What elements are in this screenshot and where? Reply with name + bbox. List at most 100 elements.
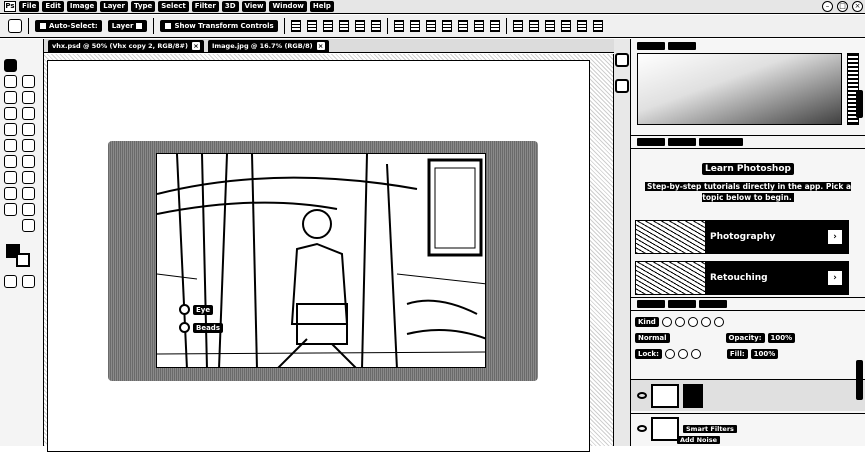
align-left-icon[interactable] xyxy=(338,20,349,32)
history-brush-tool-icon[interactable] xyxy=(4,203,17,216)
tab-paths[interactable] xyxy=(699,300,727,308)
distribute-top-icon[interactable] xyxy=(393,20,404,32)
menu-3d[interactable]: 3D xyxy=(221,1,239,12)
tab-color[interactable] xyxy=(637,42,665,50)
visibility-eye-icon[interactable] xyxy=(637,425,647,432)
artboard[interactable]: Eye Beads xyxy=(47,60,590,452)
show-transform-checkbox[interactable]: Show Transform Controls xyxy=(160,20,278,32)
layers-scrollbar[interactable] xyxy=(856,360,863,400)
align-top-icon[interactable] xyxy=(290,20,301,32)
blur-tool-icon[interactable] xyxy=(22,107,35,120)
lasso-tool-icon[interactable] xyxy=(4,91,17,104)
move-tool-icon[interactable] xyxy=(4,59,17,72)
color-picker-field[interactable] xyxy=(637,53,842,125)
marquee-tool-icon[interactable] xyxy=(4,75,17,88)
gray-frame-layer[interactable]: Eye Beads xyxy=(108,141,538,381)
gradient-tool-icon[interactable] xyxy=(22,91,35,104)
annotation-beads[interactable]: Beads xyxy=(179,322,223,333)
screen-mode-icon[interactable] xyxy=(22,275,35,288)
quick-select-tool-icon[interactable] xyxy=(4,107,17,120)
close-tab-icon[interactable]: × xyxy=(191,42,200,50)
tab-adjustments[interactable] xyxy=(699,138,743,146)
filter-smart-object-icon[interactable] xyxy=(713,317,724,327)
hand-tool-icon[interactable] xyxy=(22,203,35,216)
background-color-swatch[interactable] xyxy=(16,253,30,267)
distribute-center-icon[interactable] xyxy=(457,20,468,32)
clone-stamp-tool-icon[interactable] xyxy=(4,187,17,200)
dodge-tool-icon[interactable] xyxy=(22,123,35,136)
filter-pixel-icon[interactable] xyxy=(661,317,672,327)
align-center-icon[interactable] xyxy=(354,20,365,32)
healing-brush-tool-icon[interactable] xyxy=(4,155,17,168)
menu-window[interactable]: Window xyxy=(269,1,307,12)
visibility-eye-icon[interactable] xyxy=(637,392,647,399)
distribute-left-icon[interactable] xyxy=(441,20,452,32)
path-selection-tool-icon[interactable] xyxy=(22,171,35,184)
align-bottom-icon[interactable] xyxy=(322,20,333,32)
close-icon[interactable]: × xyxy=(852,1,863,12)
layer-row[interactable] xyxy=(631,379,865,411)
tab-channels[interactable] xyxy=(668,300,696,308)
menu-help[interactable]: Help xyxy=(309,1,334,12)
align-right-icon[interactable] xyxy=(370,20,381,32)
lock-position-icon[interactable] xyxy=(677,349,688,359)
photo-layer[interactable]: Eye Beads xyxy=(156,153,486,368)
fill-input[interactable]: 100% xyxy=(750,349,779,359)
checkbox-box[interactable] xyxy=(39,22,47,30)
3d-roll-icon[interactable] xyxy=(544,20,555,32)
menu-type[interactable]: Type xyxy=(131,1,156,12)
close-tab-icon[interactable]: × xyxy=(316,42,325,50)
filter-kind-dropdown[interactable]: Kind xyxy=(635,317,659,327)
canvas-area[interactable]: Eye Beads xyxy=(44,54,614,452)
layer-mask-thumbnail[interactable] xyxy=(683,383,703,408)
history-panel-icon[interactable] xyxy=(615,53,629,67)
tab-swatches[interactable] xyxy=(668,42,696,50)
layer-select-dropdown[interactable]: Layer xyxy=(107,20,148,32)
type-tool-icon[interactable] xyxy=(22,155,35,168)
menu-edit[interactable]: Edit xyxy=(42,1,64,12)
lock-pixels-icon[interactable] xyxy=(664,349,675,359)
distribute-right-icon[interactable] xyxy=(473,20,484,32)
move-tool-icon[interactable] xyxy=(8,19,22,33)
menu-layer[interactable]: Layer xyxy=(100,1,128,12)
learn-card-retouching[interactable]: Retouching › xyxy=(635,261,849,295)
auto-align-icon[interactable] xyxy=(489,20,500,32)
learn-scrollbar[interactable] xyxy=(856,90,863,118)
3d-slide-icon[interactable] xyxy=(576,20,587,32)
eyedropper-tool-icon[interactable] xyxy=(4,139,17,152)
lock-all-icon[interactable] xyxy=(690,349,701,359)
opacity-input[interactable]: 100% xyxy=(767,333,796,343)
blend-mode-dropdown[interactable]: Normal xyxy=(635,333,670,343)
zoom-tool-icon[interactable] xyxy=(22,219,35,232)
auto-select-checkbox[interactable]: Auto-Select: xyxy=(35,20,102,32)
distribute-bottom-icon[interactable] xyxy=(425,20,436,32)
menu-image[interactable]: Image xyxy=(66,1,98,12)
menu-view[interactable]: View xyxy=(241,1,267,12)
properties-panel-icon[interactable] xyxy=(615,79,629,93)
filter-adjustment-icon[interactable] xyxy=(674,317,685,327)
checkbox-box[interactable] xyxy=(164,22,173,30)
align-middle-icon[interactable] xyxy=(306,20,317,32)
eraser-tool-icon[interactable] xyxy=(22,75,35,88)
document-tab-image[interactable]: Image.jpg @ 16.7% (RGB/8) × xyxy=(207,40,329,52)
smart-filters-row[interactable]: Smart Filters xyxy=(631,413,865,443)
learn-card-photography[interactable]: Photography › xyxy=(635,220,849,254)
pen-tool-icon[interactable] xyxy=(22,139,35,152)
annotation-eye[interactable]: Eye xyxy=(179,304,214,315)
brush-tool-icon[interactable] xyxy=(4,171,17,184)
filter-shape-icon[interactable] xyxy=(700,317,711,327)
3d-pan-icon[interactable] xyxy=(560,20,571,32)
minimize-icon[interactable]: – xyxy=(822,1,833,12)
maximize-icon[interactable]: □ xyxy=(837,1,848,12)
document-tab-vhx[interactable]: vhx.psd @ 50% (Vhx copy 2, RGB/8#) × xyxy=(48,40,204,52)
crop-tool-icon[interactable] xyxy=(4,123,17,136)
filter-type-icon[interactable] xyxy=(687,317,698,327)
menu-filter[interactable]: Filter xyxy=(191,1,219,12)
menu-select[interactable]: Select xyxy=(158,1,189,12)
tab-layers[interactable] xyxy=(637,300,665,308)
tab-libraries[interactable] xyxy=(668,138,696,146)
tab-learn[interactable] xyxy=(637,138,665,146)
quick-mask-icon[interactable] xyxy=(4,275,17,288)
3d-mode-icon[interactable] xyxy=(512,20,523,32)
3d-rotate-icon[interactable] xyxy=(528,20,539,32)
